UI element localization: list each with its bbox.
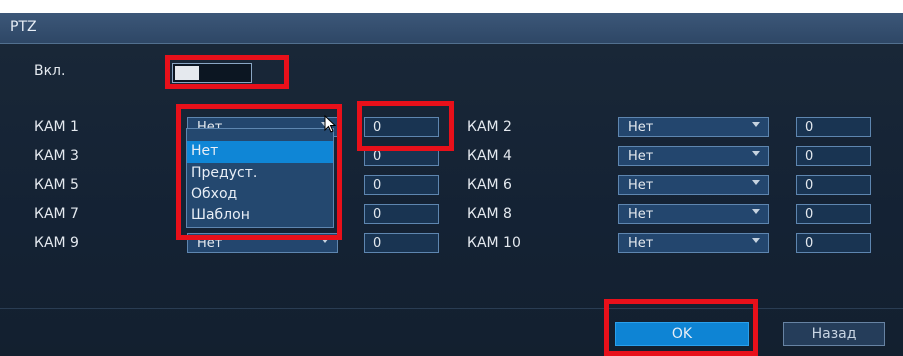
cam7-number-input[interactable]: 0 — [364, 204, 439, 224]
cam9-preset-select[interactable]: Нет — [187, 233, 338, 253]
title-bar: PTZ — [0, 13, 903, 44]
select-value: Нет — [628, 236, 654, 251]
select-value: Нет — [628, 120, 654, 135]
cam-label-2: КАМ 2 — [467, 119, 512, 135]
select-value: Нет — [197, 236, 223, 251]
cam6-preset-select[interactable]: Нет — [618, 175, 769, 195]
cam9-number-input[interactable]: 0 — [364, 233, 439, 253]
cam6-number-input[interactable]: 0 — [796, 175, 871, 195]
cam1-number-input[interactable]: 0 — [364, 117, 439, 137]
input-value: 0 — [373, 178, 382, 193]
cam-label-7: КАМ 7 — [34, 206, 79, 222]
cam3-number-input[interactable]: 0 — [364, 146, 439, 166]
cam8-preset-select[interactable]: Нет — [618, 204, 769, 224]
preset-dropdown-list: Нет Предуст. Обход Шаблон — [186, 128, 334, 228]
input-value: 0 — [373, 149, 382, 164]
dropdown-option[interactable]: Предуст. — [187, 163, 333, 185]
input-value: 0 — [805, 149, 814, 164]
option-label: Предуст. — [191, 165, 258, 181]
select-value: Нет — [628, 149, 654, 164]
chevron-down-icon — [752, 180, 760, 185]
chevron-down-icon — [752, 122, 760, 127]
input-value: 0 — [805, 207, 814, 222]
cam10-preset-select[interactable]: Нет — [618, 233, 769, 253]
input-value: 0 — [805, 120, 814, 135]
ok-button[interactable]: OK — [615, 322, 749, 346]
cam-label-6: КАМ 6 — [467, 177, 512, 193]
cam2-preset-select[interactable]: Нет — [618, 117, 769, 137]
option-label: Нет — [191, 143, 219, 159]
cam-label-10: КАМ 10 — [467, 235, 521, 251]
input-value: 0 — [373, 236, 382, 251]
footer-divider — [0, 308, 903, 309]
cam2-number-input[interactable]: 0 — [796, 117, 871, 137]
dropdown-option[interactable]: Нет — [187, 141, 333, 163]
chevron-down-icon — [752, 151, 760, 156]
dialog-title: PTZ — [10, 19, 37, 35]
cam10-number-input[interactable]: 0 — [796, 233, 871, 253]
input-value: 0 — [805, 178, 814, 193]
select-value: Нет — [628, 207, 654, 222]
cam-label-1: КАМ 1 — [34, 119, 79, 135]
option-label: Обход — [191, 186, 238, 202]
dropdown-option[interactable]: Обход — [187, 184, 333, 206]
toggle-knob — [175, 66, 199, 80]
cam8-number-input[interactable]: 0 — [796, 204, 871, 224]
input-value: 0 — [373, 207, 382, 222]
mouse-cursor-icon — [324, 115, 337, 133]
cam4-preset-select[interactable]: Нет — [618, 146, 769, 166]
input-value: 0 — [805, 236, 814, 251]
cam-label-4: КАМ 4 — [467, 148, 512, 164]
cam-label-9: КАМ 9 — [34, 235, 79, 251]
chevron-down-icon — [321, 238, 329, 243]
enable-label: Вкл. — [34, 63, 66, 79]
cam4-number-input[interactable]: 0 — [796, 146, 871, 166]
dropdown-option[interactable]: Шаблон — [187, 205, 333, 227]
cam5-number-input[interactable]: 0 — [364, 175, 439, 195]
select-value: Нет — [628, 178, 654, 193]
option-label: Шаблон — [191, 207, 250, 223]
chevron-down-icon — [752, 209, 760, 214]
cam-label-5: КАМ 5 — [34, 177, 79, 193]
cam-label-8: КАМ 8 — [467, 206, 512, 222]
back-button[interactable]: Назад — [783, 322, 885, 346]
input-value: 0 — [373, 120, 382, 135]
cam-label-3: КАМ 3 — [34, 148, 79, 164]
chevron-down-icon — [752, 238, 760, 243]
enable-toggle[interactable] — [172, 63, 252, 83]
